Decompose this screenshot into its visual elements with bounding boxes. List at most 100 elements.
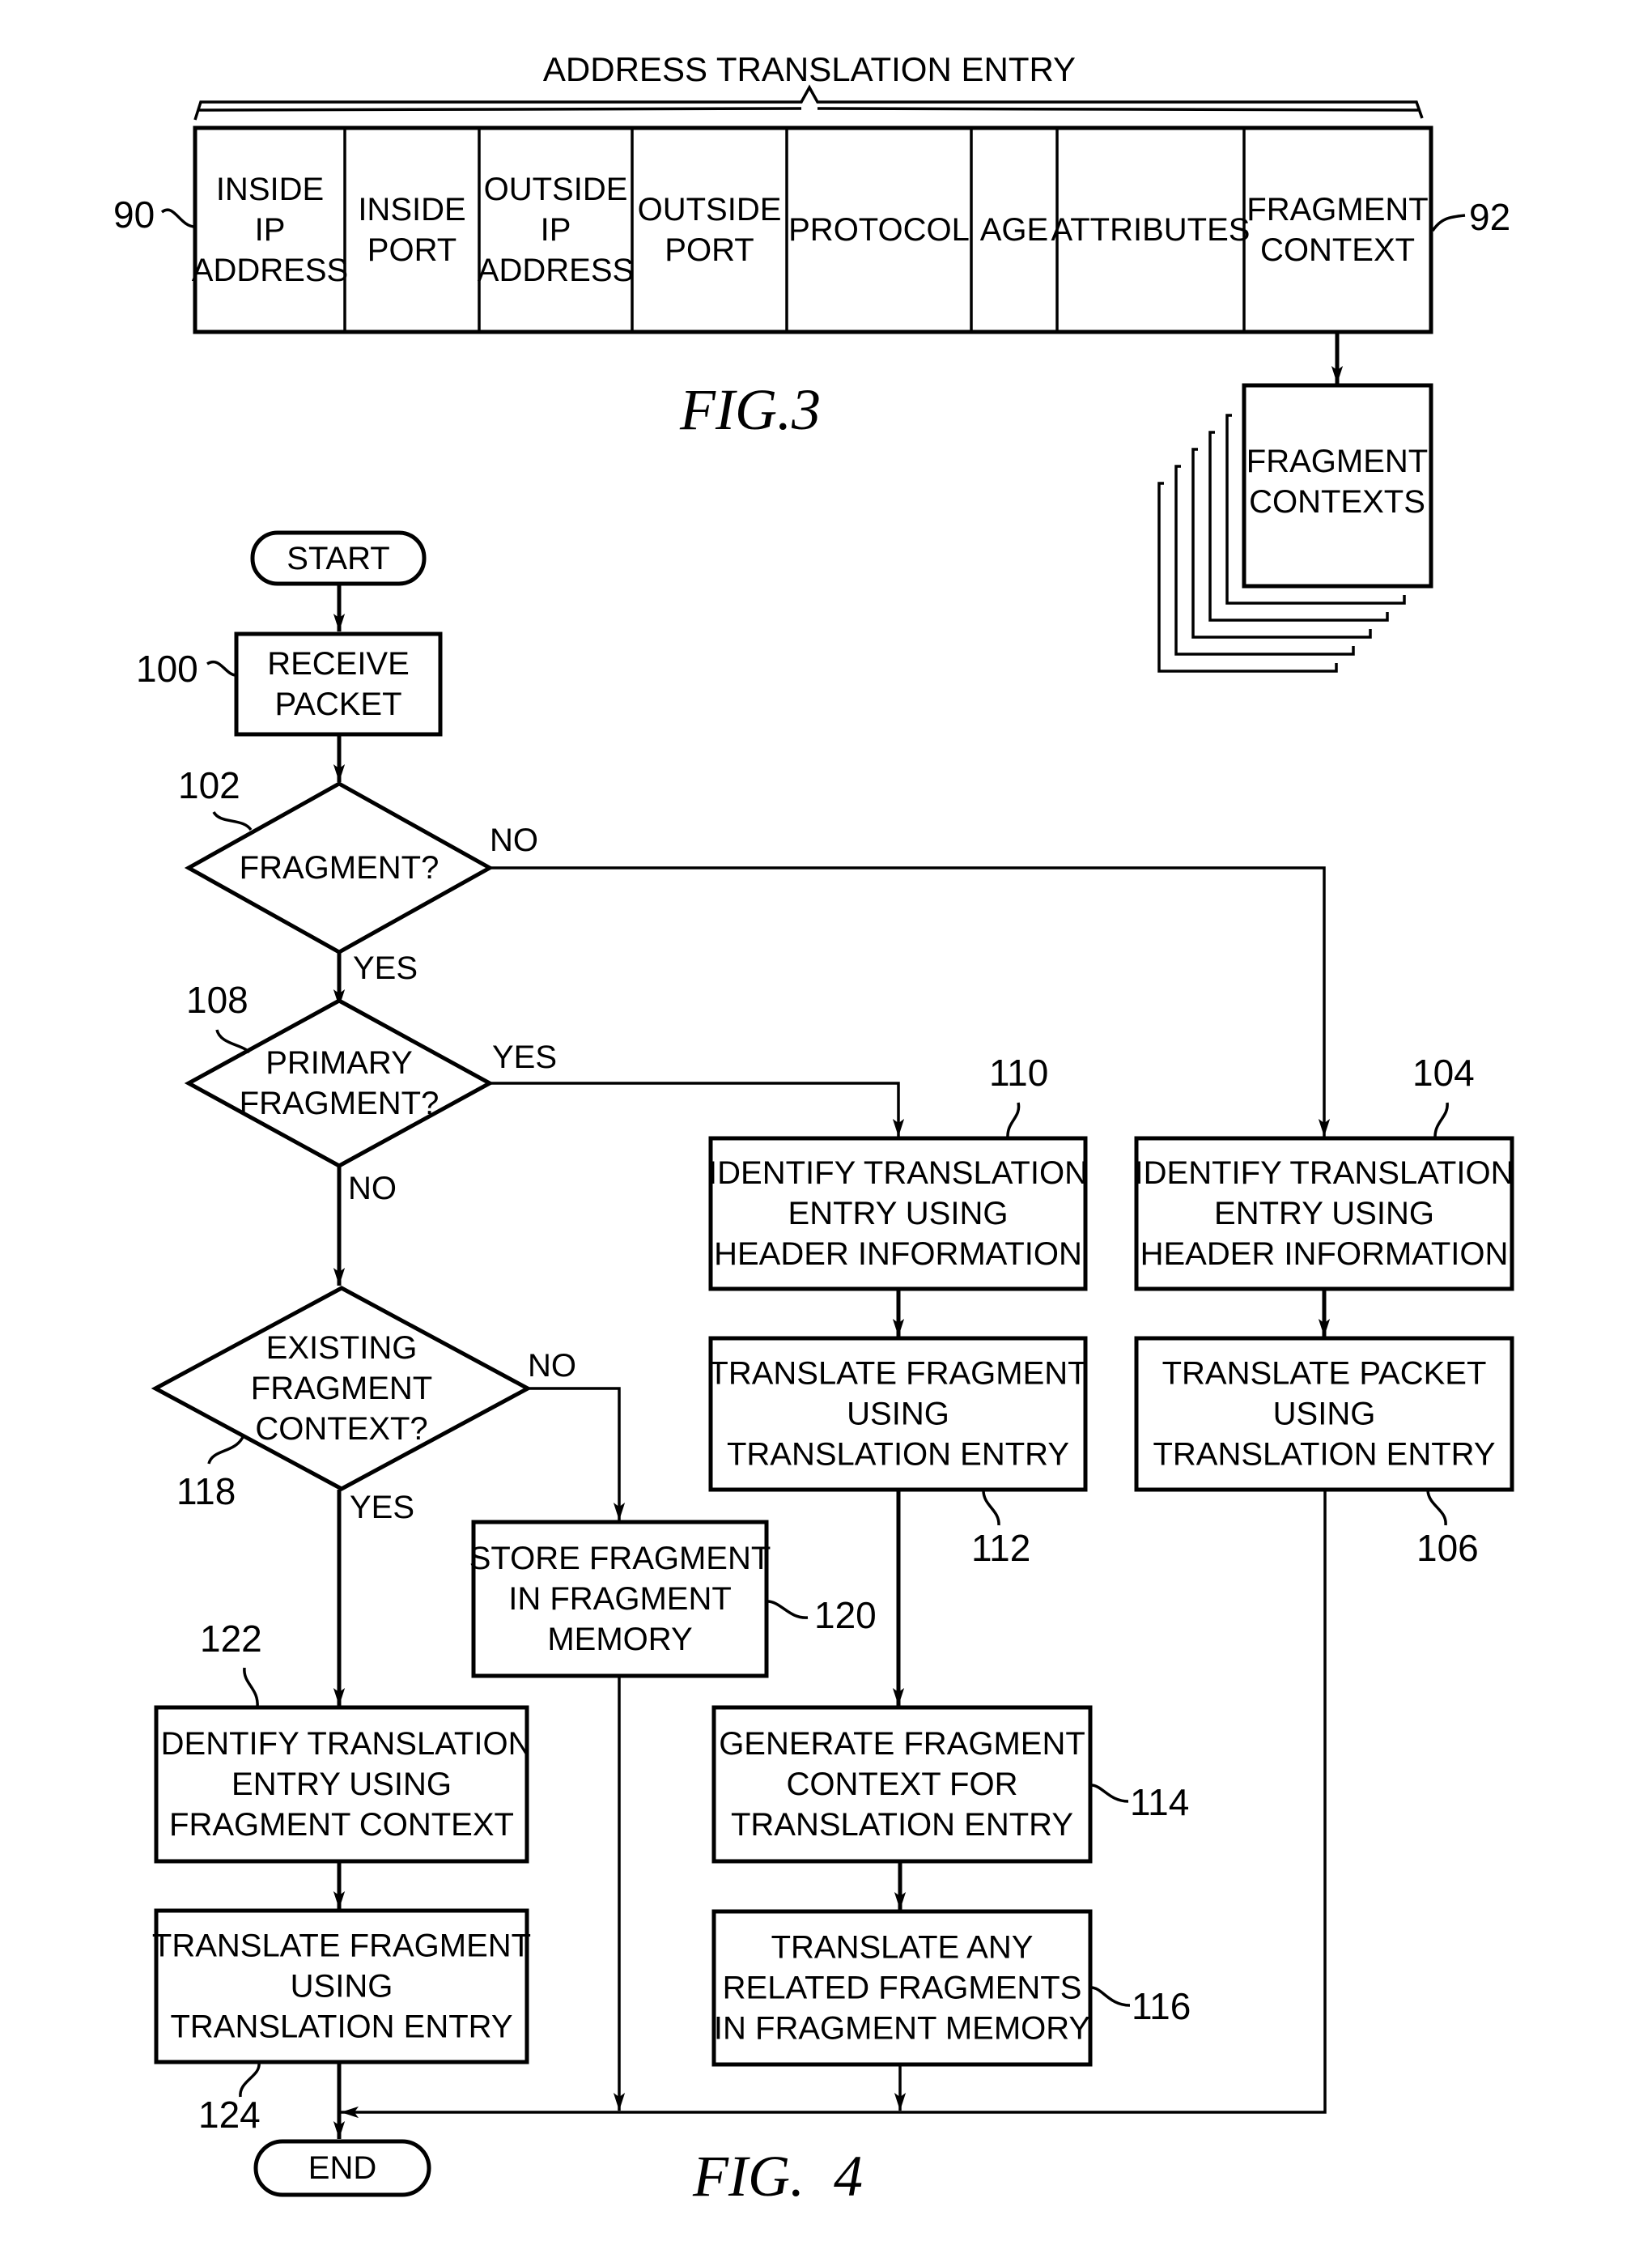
- step-106-label-line: USING: [1273, 1397, 1376, 1432]
- ref-124: 124: [198, 2094, 261, 2136]
- ref-92-leader: [1431, 214, 1466, 232]
- step-124-label-line: TRANSLATION ENTRY: [170, 2009, 512, 2045]
- field-label-line: FRAGMENT: [1246, 192, 1428, 227]
- ref-100: 100: [136, 648, 198, 690]
- start-terminal: START: [250, 530, 427, 586]
- fig4: START END RECEIVE PACKET FRAGMENT? PRIMARY F…: [136, 530, 1514, 2209]
- step-112-label-line: USING: [847, 1397, 949, 1432]
- ref-106: 106: [1416, 1527, 1479, 1569]
- step-118-label-line: CONTEXT?: [255, 1411, 427, 1447]
- step-108-label-line: PRIMARY: [265, 1045, 413, 1081]
- ref-112-leader: [982, 1490, 1000, 1526]
- address-translation-entry-table: INSIDE IP ADDRESS INSIDE PORT OUTSIDE IP ADDRES…: [192, 125, 1433, 334]
- ref-108-leader: [215, 1029, 251, 1054]
- ref-118: 118: [176, 1470, 236, 1512]
- field-label-line: OUTSIDE: [484, 172, 628, 207]
- label-102-no: NO: [490, 823, 538, 858]
- step-116-label-line: TRANSLATE ANY: [771, 1930, 1034, 1966]
- ref-122-leader: [243, 1667, 259, 1708]
- step-124-label-line: TRANSLATE FRAGMENT: [152, 1928, 531, 1964]
- edge-108-110-yes: [491, 1082, 905, 1137]
- ref-110-leader: [1006, 1102, 1021, 1138]
- ref-104-leader: [1433, 1102, 1449, 1139]
- field-label-line: PORT: [665, 232, 754, 268]
- entry-brace-inner: [197, 107, 1419, 112]
- label-118-no: NO: [528, 1348, 576, 1384]
- step-122-label-line: ENTRY USING: [231, 1767, 452, 1802]
- step-100: RECEIVE PACKET: [234, 631, 443, 737]
- ref-122: 122: [200, 1618, 262, 1660]
- patent-figure-sheet: ADDRESS TRANSLATION ENTRY INSIDE IP ADDRES…: [113, 50, 1514, 2209]
- label-102-yes: YES: [353, 950, 418, 986]
- ref-112: 112: [971, 1527, 1030, 1569]
- decision-diamond: [184, 998, 495, 1168]
- field-label-line: ATTRIBUTES: [1051, 212, 1251, 248]
- field-label-line: PORT: [367, 232, 457, 268]
- step-122-label-line: IDENTIFY TRANSLATION: [152, 1726, 532, 1762]
- ref-114: 114: [1130, 1781, 1189, 1823]
- step-116: TRANSLATE ANY RELATED FRAGMENTS IN FRAGMEN…: [711, 1909, 1093, 2067]
- step-108-label-line: FRAGMENT?: [240, 1086, 440, 1121]
- step-124: TRANSLATE FRAGMENT USING TRANSLATION ENTRY: [152, 1908, 531, 2064]
- step-106: TRANSLATE PACKET USING TRANSLATION ENTRY: [1134, 1336, 1514, 1492]
- step-122-label-line: FRAGMENT CONTEXT: [169, 1807, 514, 1843]
- entry-title: ADDRESS TRANSLATION ENTRY: [543, 50, 1076, 88]
- ref-120-leader: [767, 1600, 809, 1619]
- step-106-label-line: TRANSLATE PACKET: [1162, 1356, 1487, 1392]
- fragment-contexts-label-line: FRAGMENT: [1246, 444, 1428, 479]
- step-112: TRANSLATE FRAGMENT USING TRANSLATION ENTRY: [708, 1336, 1088, 1492]
- ref-102: 102: [178, 764, 240, 806]
- ref-90-leader: [160, 208, 196, 228]
- step-120-label-line: IN FRAGMENT: [508, 1581, 732, 1617]
- step-114-label-line: GENERATE FRAGMENT: [719, 1726, 1085, 1762]
- step-102-label-line: FRAGMENT?: [240, 850, 440, 886]
- step-106-label-line: TRANSLATION ENTRY: [1153, 1437, 1495, 1473]
- ref-124-leader: [239, 2062, 261, 2098]
- step-124-label-line: USING: [291, 1969, 393, 2005]
- end-terminal: END: [253, 2139, 431, 2197]
- step-114-label-line: TRANSLATION ENTRY: [731, 1807, 1073, 1843]
- step-100-label-line: RECEIVE: [267, 646, 410, 682]
- ref-116-leader: [1090, 1986, 1131, 2007]
- ref-102-leader: [212, 810, 253, 831]
- ref-90: 90: [113, 193, 155, 236]
- field-label-line: ADDRESS: [478, 253, 634, 288]
- field-label-line: OUTSIDE: [638, 192, 782, 227]
- step-118-label-line: EXISTING: [266, 1330, 418, 1366]
- step-112-label-line: TRANSLATE FRAGMENT: [708, 1356, 1087, 1392]
- edge-102-104-no: [489, 866, 1331, 1137]
- step-104-label-line: ENTRY USING: [1214, 1196, 1434, 1231]
- ref-116: 116: [1132, 1985, 1191, 2027]
- ref-104: 104: [1412, 1052, 1475, 1094]
- field-label-line: PROTOCOL: [788, 212, 970, 248]
- step-118-label-line: FRAGMENT: [251, 1371, 432, 1406]
- step-100-label-line: PACKET: [274, 687, 401, 722]
- field-label-line: CONTEXT: [1260, 232, 1415, 268]
- step-110-label-line: HEADER INFORMATION: [714, 1236, 1082, 1272]
- ref-106-leader: [1426, 1490, 1447, 1526]
- field-label-line: INSIDE: [216, 172, 324, 207]
- label-108-no: NO: [348, 1171, 397, 1206]
- step-110: IDENTIFY TRANSLATION ENTRY USING HEADER IN…: [708, 1136, 1088, 1291]
- fragment-contexts-stack: FRAGMENT CONTEXTS: [1157, 383, 1433, 673]
- step-110-label-line: ENTRY USING: [788, 1196, 1009, 1231]
- field-label-line: ADDRESS: [192, 253, 348, 288]
- step-116-label-line: RELATED FRAGMENTS: [723, 1971, 1082, 2006]
- field-label-line: INSIDE: [358, 192, 465, 227]
- start-label: START: [287, 541, 389, 576]
- fragment-contexts-label-line: CONTEXTS: [1249, 484, 1425, 520]
- step-108: PRIMARY FRAGMENT?: [184, 998, 495, 1168]
- ref-110: 110: [989, 1052, 1048, 1094]
- entry-brace: [193, 84, 1424, 121]
- step-104: IDENTIFY TRANSLATION ENTRY USING HEADER IN…: [1134, 1136, 1514, 1291]
- field-label-line: IP: [255, 212, 286, 248]
- ref-100-leader: [206, 660, 237, 677]
- field-label-line: IP: [541, 212, 571, 248]
- step-120: STORE FRAGMENT IN FRAGMENT MEMORY: [469, 1520, 771, 1678]
- step-102: FRAGMENT?: [184, 781, 495, 955]
- step-104-label-line: HEADER INFORMATION: [1140, 1236, 1509, 1272]
- ref-92: 92: [1469, 196, 1510, 238]
- step-120-label-line: STORE FRAGMENT: [469, 1541, 771, 1576]
- fig3-caption: FIG.3: [679, 377, 821, 442]
- ref-114-leader: [1090, 1784, 1129, 1803]
